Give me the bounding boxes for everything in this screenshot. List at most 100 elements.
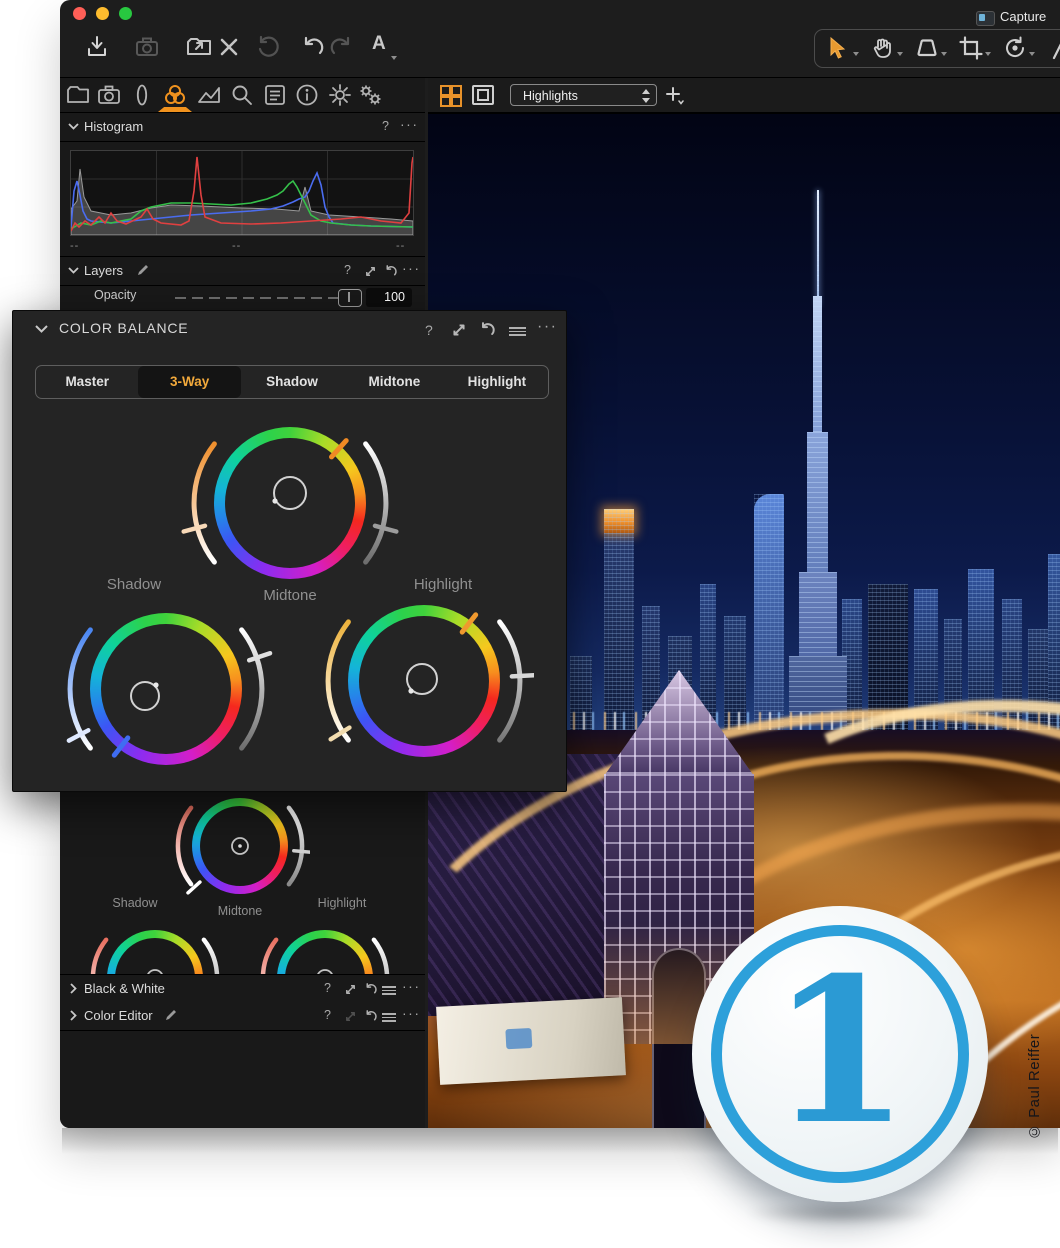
billboard	[436, 997, 626, 1085]
tab-adjustments-icon[interactable]	[261, 82, 289, 108]
expand-icon[interactable]	[344, 983, 357, 996]
preset-menu-icon[interactable]	[509, 325, 526, 335]
straighten-tool-icon[interactable]	[1046, 35, 1060, 61]
photo-credit: © Paul Reiffer	[1026, 998, 1048, 1140]
redo-icon[interactable]	[328, 34, 354, 60]
midtone-wheel-label: Midtone	[225, 587, 355, 604]
close-button[interactable]	[73, 7, 86, 20]
tab-library-icon[interactable]	[64, 82, 92, 108]
tab-shadow[interactable]: Shadow	[241, 366, 343, 398]
app-icon	[976, 11, 995, 26]
tab-exposure-icon[interactable]	[195, 82, 223, 108]
select-tool-icon[interactable]	[826, 35, 852, 61]
black-white-title: Black & White	[84, 981, 165, 996]
tab-details-icon[interactable]	[228, 82, 256, 108]
shadow-wheel-label: Shadow	[69, 576, 199, 593]
histogram-readout-mid: --	[232, 240, 241, 252]
delete-icon[interactable]	[216, 34, 242, 60]
chevron-down-icon[interactable]	[35, 325, 48, 333]
tab-3way[interactable]: 3-Way	[138, 366, 240, 398]
brush-icon	[136, 264, 149, 277]
viewer-toolbar: Highlights	[428, 78, 1060, 114]
more-icon[interactable]: ···	[402, 260, 421, 276]
help-icon[interactable]: ?	[382, 119, 389, 133]
building-lights	[604, 509, 634, 533]
expand-icon[interactable]	[364, 265, 377, 278]
tab-master[interactable]: Master	[36, 366, 138, 398]
crop-tool-icon[interactable]	[958, 35, 984, 61]
tab-process-icon[interactable]	[356, 82, 384, 108]
chevron-right-icon[interactable]	[70, 983, 77, 994]
help-icon[interactable]: ?	[324, 1008, 331, 1022]
more-icon[interactable]: ···	[402, 978, 421, 994]
annotations-icon[interactable]: A	[372, 33, 386, 55]
preset-menu-icon[interactable]	[382, 1011, 396, 1021]
tab-lens-icon[interactable]	[128, 82, 156, 108]
annotations-caret-icon	[391, 56, 397, 60]
reset-icon[interactable]	[254, 34, 280, 60]
primary-view-icon[interactable]	[472, 85, 494, 105]
tab-highlight[interactable]: Highlight	[446, 366, 548, 398]
chevron-right-icon[interactable]	[70, 1010, 77, 1021]
reset-local-icon[interactable]	[364, 983, 377, 996]
color-editor-title: Color Editor	[84, 1008, 153, 1023]
variant-select[interactable]: Highlights	[510, 84, 657, 106]
tool-tab-bar	[60, 78, 425, 113]
tab-midtone[interactable]: Midtone	[343, 366, 445, 398]
add-clone-icon[interactable]	[666, 87, 684, 105]
black-white-header[interactable]: Black & White ? ···	[60, 974, 425, 1004]
help-icon[interactable]: ?	[324, 981, 331, 995]
preset-menu-icon[interactable]	[382, 984, 396, 994]
wheel-hole	[200, 806, 280, 886]
export-icon[interactable]	[186, 34, 212, 60]
expand-icon[interactable]	[344, 1010, 357, 1023]
cb-bg-highlight-label: Highlight	[287, 896, 397, 910]
wheel-hole	[225, 438, 355, 568]
tab-color-icon[interactable]	[161, 82, 189, 108]
pan-tool-icon[interactable]	[870, 35, 896, 61]
histogram-title: Histogram	[84, 119, 143, 134]
layers-header[interactable]: Layers ? ···	[60, 256, 425, 286]
select-tool-caret-icon[interactable]	[853, 52, 859, 56]
opacity-value[interactable]: 100	[366, 288, 412, 307]
color-editor-header[interactable]: Color Editor ? ···	[60, 1002, 425, 1031]
minimize-button[interactable]	[96, 7, 109, 20]
more-icon[interactable]: ···	[400, 116, 419, 132]
color-balance-panel[interactable]: COLOR BALANCE ? ··· Master 3-Way Shadow …	[12, 310, 567, 792]
wheel-hole	[101, 624, 231, 754]
opacity-slider-track[interactable]	[175, 297, 343, 299]
chevron-down-icon[interactable]	[68, 123, 79, 130]
import-icon[interactable]	[84, 34, 110, 60]
tab-settings-icon[interactable]	[326, 82, 354, 108]
expand-icon[interactable]	[451, 322, 467, 338]
reset-local-icon[interactable]	[479, 322, 495, 338]
color-balance-tab-bar: Master 3-Way Shadow Midtone Highlight	[35, 365, 549, 399]
zoom-button[interactable]	[119, 7, 132, 20]
cb-bg-shadow-label: Shadow	[80, 896, 190, 910]
building-sail-tower	[754, 494, 784, 734]
undo-icon[interactable]	[300, 34, 326, 60]
crop-tool-caret-icon[interactable]	[985, 52, 991, 56]
histogram-chart	[70, 150, 414, 236]
help-icon[interactable]: ?	[344, 263, 351, 277]
keystone-tool-icon[interactable]	[914, 35, 940, 61]
multi-view-icon[interactable]	[440, 85, 462, 105]
opacity-slider-handle[interactable]	[338, 289, 362, 307]
more-icon[interactable]: ···	[537, 318, 557, 336]
pan-tool-caret-icon[interactable]	[897, 52, 903, 56]
tab-metadata-icon[interactable]	[293, 82, 321, 108]
chevron-down-icon[interactable]	[68, 267, 79, 274]
keystone-tool-caret-icon[interactable]	[941, 52, 947, 56]
more-icon[interactable]: ···	[402, 1005, 421, 1021]
rotate-tool-caret-icon[interactable]	[1029, 52, 1035, 56]
layers-title: Layers	[84, 263, 123, 278]
capture-icon[interactable]	[134, 34, 160, 60]
tab-capture-icon[interactable]	[95, 82, 123, 108]
page: Capture A	[0, 0, 1060, 1248]
help-icon[interactable]: ?	[425, 322, 433, 338]
rotate-tool-icon[interactable]	[1002, 35, 1028, 61]
histogram-header[interactable]: Histogram ? ···	[60, 113, 425, 142]
reset-local-icon[interactable]	[384, 265, 397, 278]
logo-digit: 1	[692, 922, 988, 1182]
reset-local-icon[interactable]	[364, 1010, 377, 1023]
